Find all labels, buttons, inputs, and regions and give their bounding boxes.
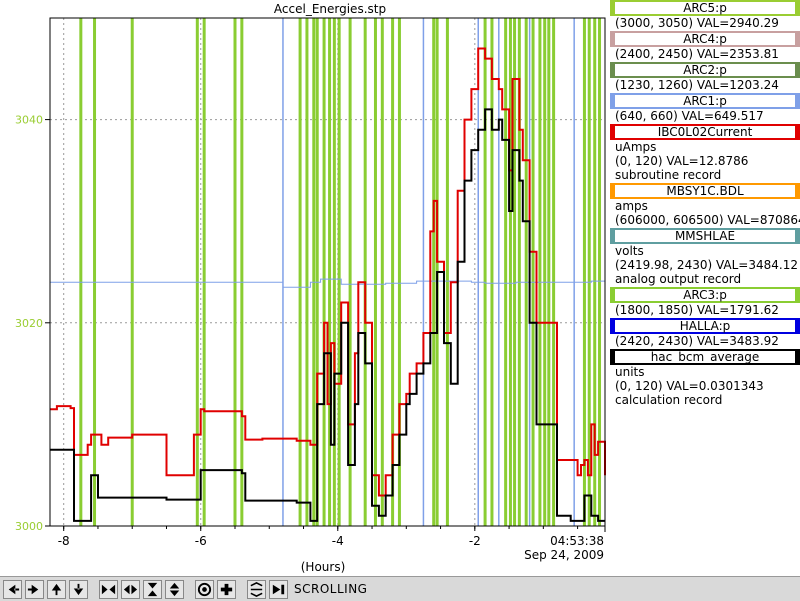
zoom-x-in-button[interactable]	[99, 579, 118, 599]
legend-entry[interactable]: ARC1:p (640, 660) VAL=649.517	[610, 93, 800, 123]
y-tick-label: 3000	[15, 520, 43, 533]
legend-entry[interactable]: ARC4:p (2400, 2450) VAL=2353.81	[610, 31, 800, 61]
pan-right-icon	[27, 584, 39, 594]
zoom-x-out-icon	[123, 584, 138, 594]
legend-entry-name: ARC5:p	[610, 0, 800, 16]
legend-entry-name: MBSY1C.BDL	[610, 183, 800, 199]
legend-entry[interactable]: IBC0L02Current uAmps (0, 120) VAL=12.8786 s…	[610, 124, 800, 182]
pan-left-button[interactable]	[3, 579, 22, 599]
legend-entry-detail: (0, 120) VAL=12.8786	[615, 154, 749, 168]
crosshair-button[interactable]	[217, 579, 236, 599]
x-tick-label: -4	[332, 534, 344, 548]
legend-entry-name: HALLA:p	[610, 318, 800, 334]
legend-entry-detail: analog output record	[615, 272, 742, 286]
x-axis-end-date: Sep 24, 2009	[524, 548, 604, 562]
undo-zoom-button[interactable]	[247, 579, 266, 599]
zoom-y-in-button[interactable]	[143, 579, 162, 599]
x-tick-label: -6	[195, 534, 207, 548]
legend-entry-detail: units	[615, 365, 645, 379]
scroll-to-end-icon	[272, 584, 285, 594]
toolbar: SCROLLING	[0, 576, 800, 601]
legend-entry-detail: amps	[615, 199, 648, 213]
legend-entry-detail: (606000, 606500) VAL=870864	[615, 213, 800, 227]
legend-entry-detail: (1230, 1260) VAL=1203.24	[615, 78, 779, 92]
legend-entry[interactable]: HALLA:p (2420, 2430) VAL=3483.92	[610, 318, 800, 348]
legend-entry-name: ARC4:p	[610, 31, 800, 47]
legend-entry-name: ARC1:p	[610, 93, 800, 109]
legend-entry-detail: (0, 120) VAL=0.0301343	[615, 379, 764, 393]
y-tick-label: 3040	[15, 114, 43, 127]
legend-entry[interactable]: MMSHLAE volts (2419.98, 2430) VAL=3484.12 a…	[610, 228, 800, 286]
pan-down-icon	[73, 583, 84, 595]
pan-left-icon	[8, 584, 20, 594]
legend-entry-detail: volts	[615, 244, 644, 258]
legend-entry[interactable]: hac_bcm_average units (0, 120) VAL=0.03013…	[610, 349, 800, 407]
auto-scale-button[interactable]	[195, 579, 214, 599]
pan-up-icon	[51, 583, 62, 595]
legend-entry-detail: (2400, 2450) VAL=2353.81	[615, 47, 779, 61]
toolbar-status: SCROLLING	[294, 582, 368, 596]
pan-right-button[interactable]	[25, 579, 44, 599]
legend-entry-name: IBC0L02Current	[610, 124, 800, 140]
legend-entry-detail: (2419.98, 2430) VAL=3484.12	[615, 258, 798, 272]
x-axis-end-time: 04:53:38	[550, 534, 604, 548]
pan-up-button[interactable]	[47, 579, 66, 599]
legend-entry-name: MMSHLAE	[610, 228, 800, 244]
zoom-x-out-button[interactable]	[121, 579, 140, 599]
crosshair-icon	[220, 583, 233, 595]
legend-entry-detail: (1800, 1850) VAL=1791.62	[615, 303, 779, 317]
pan-down-button[interactable]	[69, 579, 88, 599]
chart-title: Accel_Energies.stp	[274, 2, 386, 16]
x-axis-label: (Hours)	[301, 560, 346, 574]
legend-entry[interactable]: ARC2:p (1230, 1260) VAL=1203.24	[610, 62, 800, 92]
zoom-x-in-icon	[101, 584, 116, 594]
zoom-y-out-button[interactable]	[165, 579, 184, 599]
legend: ARC5:p (3000, 3050) VAL=2940.29 ARC4:p (240…	[610, 0, 800, 408]
scroll-to-end-button[interactable]	[269, 579, 288, 599]
y-tick-label: 3020	[15, 317, 43, 330]
legend-entry-detail: uAmps	[615, 140, 657, 154]
legend-entry-detail: (2420, 2430) VAL=3483.92	[615, 334, 779, 348]
legend-entry-name: ARC2:p	[610, 62, 800, 78]
x-tick-label: -8	[58, 534, 70, 548]
x-tick-label: -2	[469, 534, 481, 548]
legend-entry-detail: (3000, 3050) VAL=2940.29	[615, 16, 779, 30]
legend-entry-detail: subroutine record	[615, 168, 722, 182]
legend-entry[interactable]: ARC5:p (3000, 3050) VAL=2940.29	[610, 0, 800, 30]
legend-entry-name: hac_bcm_average	[610, 349, 800, 365]
zoom-y-out-icon	[169, 582, 180, 596]
legend-entry-detail: calculation record	[615, 393, 723, 407]
zoom-y-in-icon	[147, 582, 158, 596]
legend-entry[interactable]: MBSY1C.BDL amps (606000, 606500) VAL=87086…	[610, 183, 800, 227]
legend-entry-name: ARC3:p	[610, 287, 800, 303]
undo-zoom-icon	[250, 581, 263, 597]
legend-entry[interactable]: ARC3:p (1800, 1850) VAL=1791.62	[610, 287, 800, 317]
legend-entry-detail: (640, 660) VAL=649.517	[615, 109, 764, 123]
auto-scale-icon	[197, 582, 212, 596]
